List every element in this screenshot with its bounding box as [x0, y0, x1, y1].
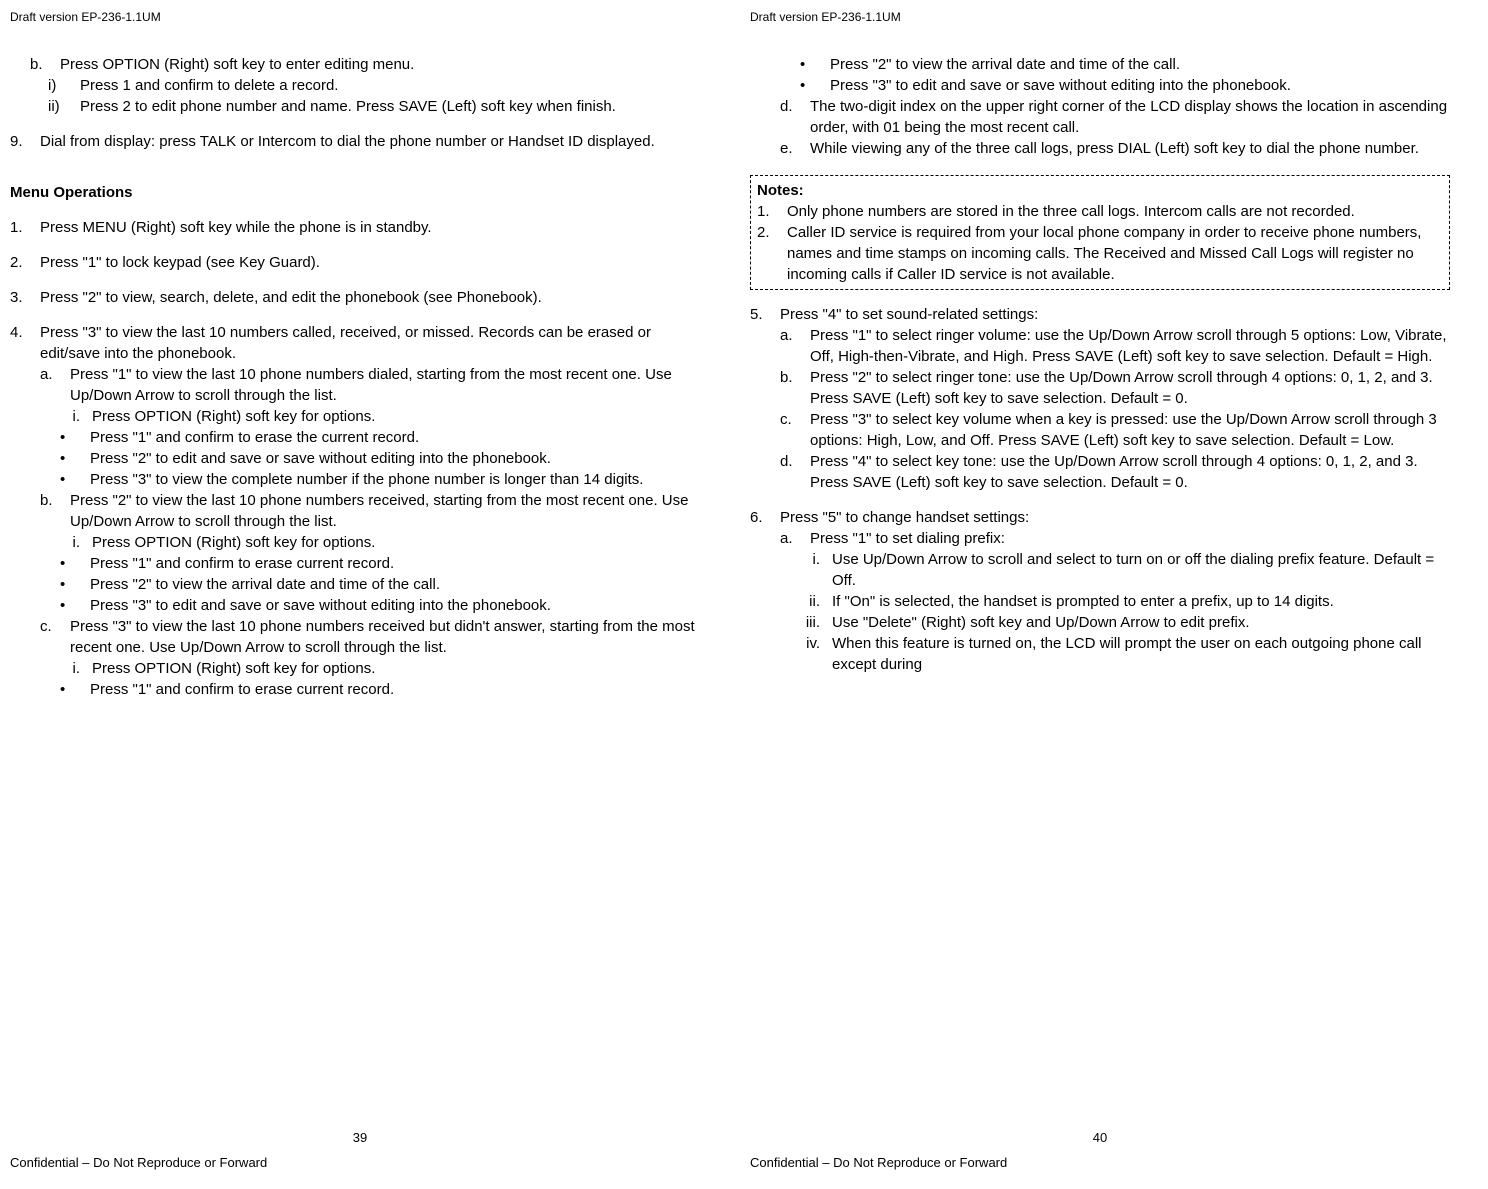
item-m4a-b3: Press "3" to view the complete number if… — [90, 469, 643, 490]
label-m6: 6. — [750, 507, 780, 528]
label-m5b: b. — [780, 367, 810, 409]
item-9: Dial from display: press TALK or Interco… — [40, 131, 655, 152]
item-m4d: The two-digit index on the upper right c… — [810, 96, 1450, 138]
item-m4b-b2: Press "2" to view the arrival date and t… — [90, 574, 440, 595]
label-m2: 2. — [10, 252, 40, 273]
bullet-icon: • — [800, 75, 830, 96]
label-m6a-ii: ii. — [790, 591, 832, 612]
item-m5c: Press "3" to select key volume when a ke… — [810, 409, 1450, 451]
item-8b-ii: Press 2 to edit phone number and name. P… — [80, 96, 616, 117]
label-9: 9. — [10, 131, 40, 152]
item-8b: Press OPTION (Right) soft key to enter e… — [60, 54, 414, 75]
menu-operations-heading: Menu Operations — [10, 182, 710, 203]
label-m6a-iv: iv. — [790, 633, 832, 675]
label-note1: 1. — [757, 201, 787, 222]
label-m4a-i: i. — [50, 406, 92, 427]
item-m4c-b1: Press "1" and confirm to erase current r… — [90, 679, 394, 700]
page-40: Draft version EP-236-1.1UM • Press "2" t… — [750, 10, 1450, 1170]
note-2: Caller ID service is required from your … — [787, 222, 1443, 285]
item-m6a-iii: Use "Delete" (Right) soft key and Up/Dow… — [832, 612, 1250, 633]
page-footer-left: Confidential – Do Not Reproduce or Forwa… — [10, 1155, 710, 1170]
bullet-icon: • — [800, 54, 830, 75]
bullet-icon: • — [60, 427, 90, 448]
notes-title: Notes: — [757, 180, 1443, 201]
label-m4a: a. — [40, 364, 70, 406]
label-m1: 1. — [10, 217, 40, 238]
item-m4c-b3: Press "3" to edit and save or save witho… — [830, 75, 1291, 96]
label-m5d: d. — [780, 451, 810, 493]
label-ii: ii) — [48, 96, 80, 117]
label-m6a: a. — [780, 528, 810, 549]
item-m6: Press "5" to change handset settings: — [780, 507, 1029, 528]
item-m4: Press "3" to view the last 10 numbers ca… — [40, 322, 710, 364]
item-m6a-i: Use Up/Down Arrow to scroll and select t… — [832, 549, 1450, 591]
bullet-icon: • — [60, 469, 90, 490]
label-note2: 2. — [757, 222, 787, 285]
label-m4c: c. — [40, 616, 70, 658]
label-m5c: c. — [780, 409, 810, 451]
item-m2: Press "1" to lock keypad (see Key Guard)… — [40, 252, 320, 273]
label-m3: 3. — [10, 287, 40, 308]
item-m4c: Press "3" to view the last 10 phone numb… — [70, 616, 710, 658]
item-m4a-b2: Press "2" to edit and save or save witho… — [90, 448, 551, 469]
label-m5: 5. — [750, 304, 780, 325]
page-header-right: Draft version EP-236-1.1UM — [750, 10, 1450, 24]
label-m4: 4. — [10, 322, 40, 364]
label-m4b-i: i. — [50, 532, 92, 553]
item-m6a: Press "1" to set dialing prefix: — [810, 528, 1005, 549]
page-number-right: 40 — [750, 1130, 1450, 1145]
bullet-icon: • — [60, 553, 90, 574]
item-m4a: Press "1" to view the last 10 phone numb… — [70, 364, 710, 406]
item-m5b: Press "2" to select ringer tone: use the… — [810, 367, 1450, 409]
item-m3: Press "2" to view, search, delete, and e… — [40, 287, 542, 308]
item-m4b-b1: Press "1" and confirm to erase current r… — [90, 553, 394, 574]
bullet-icon: • — [60, 574, 90, 595]
item-m4b-b3: Press "3" to edit and save or save witho… — [90, 595, 551, 616]
label-m4e: e. — [780, 138, 810, 159]
page-footer-right: Confidential – Do Not Reproduce or Forwa… — [750, 1155, 1450, 1170]
label-b: b. — [30, 54, 60, 75]
item-m6a-iv: When this feature is turned on, the LCD … — [832, 633, 1450, 675]
item-m4c-i: Press OPTION (Right) soft key for option… — [92, 658, 375, 679]
label-i: i) — [48, 75, 80, 96]
page-body-left: b. Press OPTION (Right) soft key to ente… — [10, 54, 710, 1110]
item-m4e: While viewing any of the three call logs… — [810, 138, 1419, 159]
label-m5a: a. — [780, 325, 810, 367]
label-m4b: b. — [40, 490, 70, 532]
item-m5a: Press "1" to select ringer volume: use t… — [810, 325, 1450, 367]
page-39: Draft version EP-236-1.1UM b. Press OPTI… — [10, 10, 710, 1170]
item-m1: Press MENU (Right) soft key while the ph… — [40, 217, 432, 238]
item-m4a-i: Press OPTION (Right) soft key for option… — [92, 406, 375, 427]
label-m4d: d. — [780, 96, 810, 138]
item-m6a-ii: If "On" is selected, the handset is prom… — [832, 591, 1334, 612]
item-m4b: Press "2" to view the last 10 phone numb… — [70, 490, 710, 532]
page-body-right: • Press "2" to view the arrival date and… — [750, 54, 1450, 1110]
page-header-left: Draft version EP-236-1.1UM — [10, 10, 710, 24]
label-m6a-i: i. — [790, 549, 832, 591]
item-m4b-i: Press OPTION (Right) soft key for option… — [92, 532, 375, 553]
label-m6a-iii: iii. — [790, 612, 832, 633]
bullet-icon: • — [60, 679, 90, 700]
page-number-left: 39 — [10, 1130, 710, 1145]
item-8b-i: Press 1 and confirm to delete a record. — [80, 75, 338, 96]
bullet-icon: • — [60, 595, 90, 616]
notes-box: Notes: 1. Only phone numbers are stored … — [750, 175, 1450, 290]
item-m5d: Press "4" to select key tone: use the Up… — [810, 451, 1450, 493]
item-m5: Press "4" to set sound-related settings: — [780, 304, 1038, 325]
label-m4c-i: i. — [50, 658, 92, 679]
item-m4a-b1: Press "1" and confirm to erase the curre… — [90, 427, 419, 448]
bullet-icon: • — [60, 448, 90, 469]
note-1: Only phone numbers are stored in the thr… — [787, 201, 1355, 222]
item-m4c-b2: Press "2" to view the arrival date and t… — [830, 54, 1180, 75]
